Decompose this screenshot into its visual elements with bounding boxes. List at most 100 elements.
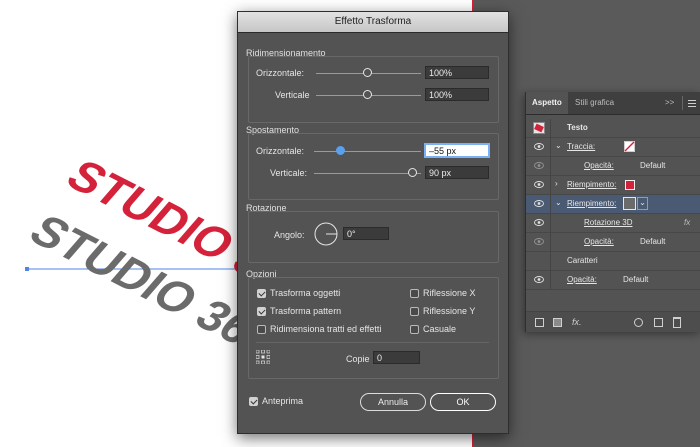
reference-point-icon[interactable] bbox=[256, 350, 270, 364]
text-object-icon bbox=[533, 122, 545, 134]
row-fill-2-opacity[interactable]: Opacità: Default bbox=[526, 233, 700, 252]
duplicate-item-icon[interactable] bbox=[654, 318, 663, 327]
row-separator bbox=[550, 252, 551, 270]
move-vertical-field[interactable]: 90 px bbox=[425, 166, 489, 179]
scale-horizontal-label: Orizzontale: bbox=[256, 68, 305, 78]
row-characters[interactable]: Caratteri bbox=[526, 252, 700, 271]
random-label: Casuale bbox=[423, 324, 457, 334]
chevron-down-icon[interactable]: ⌄ bbox=[555, 141, 562, 150]
row-rotation-3d[interactable]: Rotazione 3D fx bbox=[526, 214, 700, 233]
scale-strokes-checkbox[interactable] bbox=[257, 325, 266, 334]
swatch-dropdown-icon[interactable]: ⌄ bbox=[637, 197, 648, 210]
add-effect-icon[interactable]: fx. bbox=[572, 317, 582, 327]
row-separator bbox=[550, 214, 551, 232]
panel-tab-bar: Aspetto Stili grafica >> bbox=[526, 92, 700, 115]
copies-label: Copie bbox=[346, 354, 370, 364]
trash-icon[interactable] bbox=[673, 317, 681, 328]
row-fill-1-label[interactable]: Riempimento: bbox=[567, 180, 616, 189]
move-horizontal-field[interactable]: –55 px bbox=[425, 144, 489, 157]
transform-patterns-label: Trasforma pattern bbox=[270, 306, 342, 316]
move-horizontal-label: Orizzontale: bbox=[256, 146, 305, 156]
row-fill-2-label[interactable]: Riempimento: bbox=[567, 199, 616, 208]
row-characters-label: Caratteri bbox=[567, 256, 598, 265]
scale-strokes-label: Ridimensiona tratti ed effetti bbox=[270, 324, 382, 334]
row-fill-2-opacity-label[interactable]: Opacità: bbox=[584, 237, 614, 246]
fx-icon[interactable]: fx bbox=[684, 218, 690, 227]
preview-label: Anteprima bbox=[262, 396, 304, 406]
row-separator bbox=[550, 271, 551, 289]
chevron-down-icon[interactable]: ⌄ bbox=[555, 198, 562, 207]
row-separator bbox=[550, 233, 551, 251]
eye-icon[interactable] bbox=[534, 181, 544, 188]
clear-appearance-icon[interactable] bbox=[634, 318, 643, 327]
angle-label: Angolo: bbox=[274, 230, 305, 240]
row-stroke-opacity-label[interactable]: Opacità: bbox=[584, 161, 614, 170]
copies-field[interactable]: 0 bbox=[373, 351, 420, 364]
move-vertical-label: Verticale: bbox=[270, 168, 308, 178]
random-checkbox[interactable] bbox=[410, 325, 419, 334]
move-vertical-thumb[interactable] bbox=[408, 168, 417, 177]
eye-icon[interactable] bbox=[534, 219, 544, 226]
row-fill-2-opacity-value: Default bbox=[640, 237, 666, 246]
ok-button[interactable]: OK bbox=[430, 393, 496, 411]
row-separator bbox=[550, 119, 551, 137]
eye-icon[interactable] bbox=[534, 276, 544, 283]
tab-divider bbox=[682, 96, 683, 110]
transform-objects-checkbox[interactable] bbox=[257, 289, 266, 298]
scale-vertical-label: Verticale bbox=[275, 90, 310, 100]
fill-gray-swatch[interactable] bbox=[623, 197, 636, 210]
cancel-button[interactable]: Annulla bbox=[360, 393, 426, 411]
row-stroke[interactable]: ⌄ Traccia: bbox=[526, 138, 700, 157]
move-horizontal-thumb[interactable] bbox=[336, 146, 345, 155]
scale-vertical-thumb[interactable] bbox=[363, 90, 372, 99]
transform-objects-label: Trasforma oggetti bbox=[270, 288, 341, 298]
chevron-right-icon[interactable]: › bbox=[555, 179, 558, 188]
row-opacity-value: Default bbox=[623, 275, 649, 284]
row-fill-2[interactable]: ⌄ Riempimento: ⌄ bbox=[526, 195, 700, 214]
move-horizontal-slider[interactable] bbox=[314, 151, 421, 152]
row-separator bbox=[550, 157, 551, 175]
eye-icon[interactable] bbox=[534, 162, 544, 169]
anchor-point[interactable] bbox=[25, 267, 29, 271]
reflect-x-label: Riflessione X bbox=[423, 288, 476, 298]
add-fill-icon[interactable] bbox=[553, 318, 562, 327]
eye-icon[interactable] bbox=[534, 143, 544, 150]
scale-horizontal-thumb[interactable] bbox=[363, 68, 372, 77]
row-text[interactable]: Testo bbox=[526, 119, 700, 138]
row-separator bbox=[550, 138, 551, 156]
add-stroke-icon[interactable] bbox=[535, 318, 544, 327]
transform-effect-dialog: Effetto Trasforma Ridimensionamento Oriz… bbox=[237, 11, 509, 434]
row-rotation-3d-label[interactable]: Rotazione 3D bbox=[584, 218, 632, 227]
panel-footer: fx. bbox=[526, 311, 700, 332]
tab-appearance[interactable]: Aspetto bbox=[526, 92, 568, 114]
row-opacity-label[interactable]: Opacità: bbox=[567, 275, 597, 284]
row-separator bbox=[550, 195, 551, 213]
scale-horizontal-field[interactable]: 100% bbox=[425, 66, 489, 79]
stroke-none-swatch-icon[interactable] bbox=[624, 141, 635, 152]
dialog-title: Effetto Trasforma bbox=[238, 12, 508, 33]
row-text-label: Testo bbox=[567, 123, 588, 132]
row-opacity[interactable]: Opacità: Default bbox=[526, 271, 700, 290]
options-divider bbox=[256, 342, 489, 343]
eye-icon[interactable] bbox=[534, 200, 544, 207]
row-stroke-label[interactable]: Traccia: bbox=[567, 142, 595, 151]
transform-patterns-checkbox[interactable] bbox=[257, 307, 266, 316]
fill-red-swatch[interactable] bbox=[625, 180, 635, 190]
angle-field[interactable]: 0° bbox=[343, 227, 389, 240]
tab-graphic-styles[interactable]: Stili grafica bbox=[569, 92, 620, 114]
panel-collapse-icon[interactable]: >> bbox=[665, 92, 674, 114]
appearance-panel: Aspetto Stili grafica >> Testo ⌄ Traccia… bbox=[525, 92, 700, 332]
angle-dial-icon[interactable] bbox=[313, 221, 339, 247]
eye-icon[interactable] bbox=[534, 238, 544, 245]
row-stroke-opacity-value: Default bbox=[640, 161, 666, 170]
scale-vertical-field[interactable]: 100% bbox=[425, 88, 489, 101]
preview-checkbox[interactable] bbox=[249, 397, 258, 406]
row-stroke-opacity[interactable]: Opacità: Default bbox=[526, 157, 700, 176]
reflect-y-checkbox[interactable] bbox=[410, 307, 419, 316]
reflect-x-checkbox[interactable] bbox=[410, 289, 419, 298]
panel-menu-icon[interactable] bbox=[688, 100, 696, 107]
row-fill-1[interactable]: › Riempimento: bbox=[526, 176, 700, 195]
row-separator bbox=[550, 176, 551, 194]
move-vertical-slider[interactable] bbox=[314, 173, 421, 174]
reflect-y-label: Riflessione Y bbox=[423, 306, 476, 316]
